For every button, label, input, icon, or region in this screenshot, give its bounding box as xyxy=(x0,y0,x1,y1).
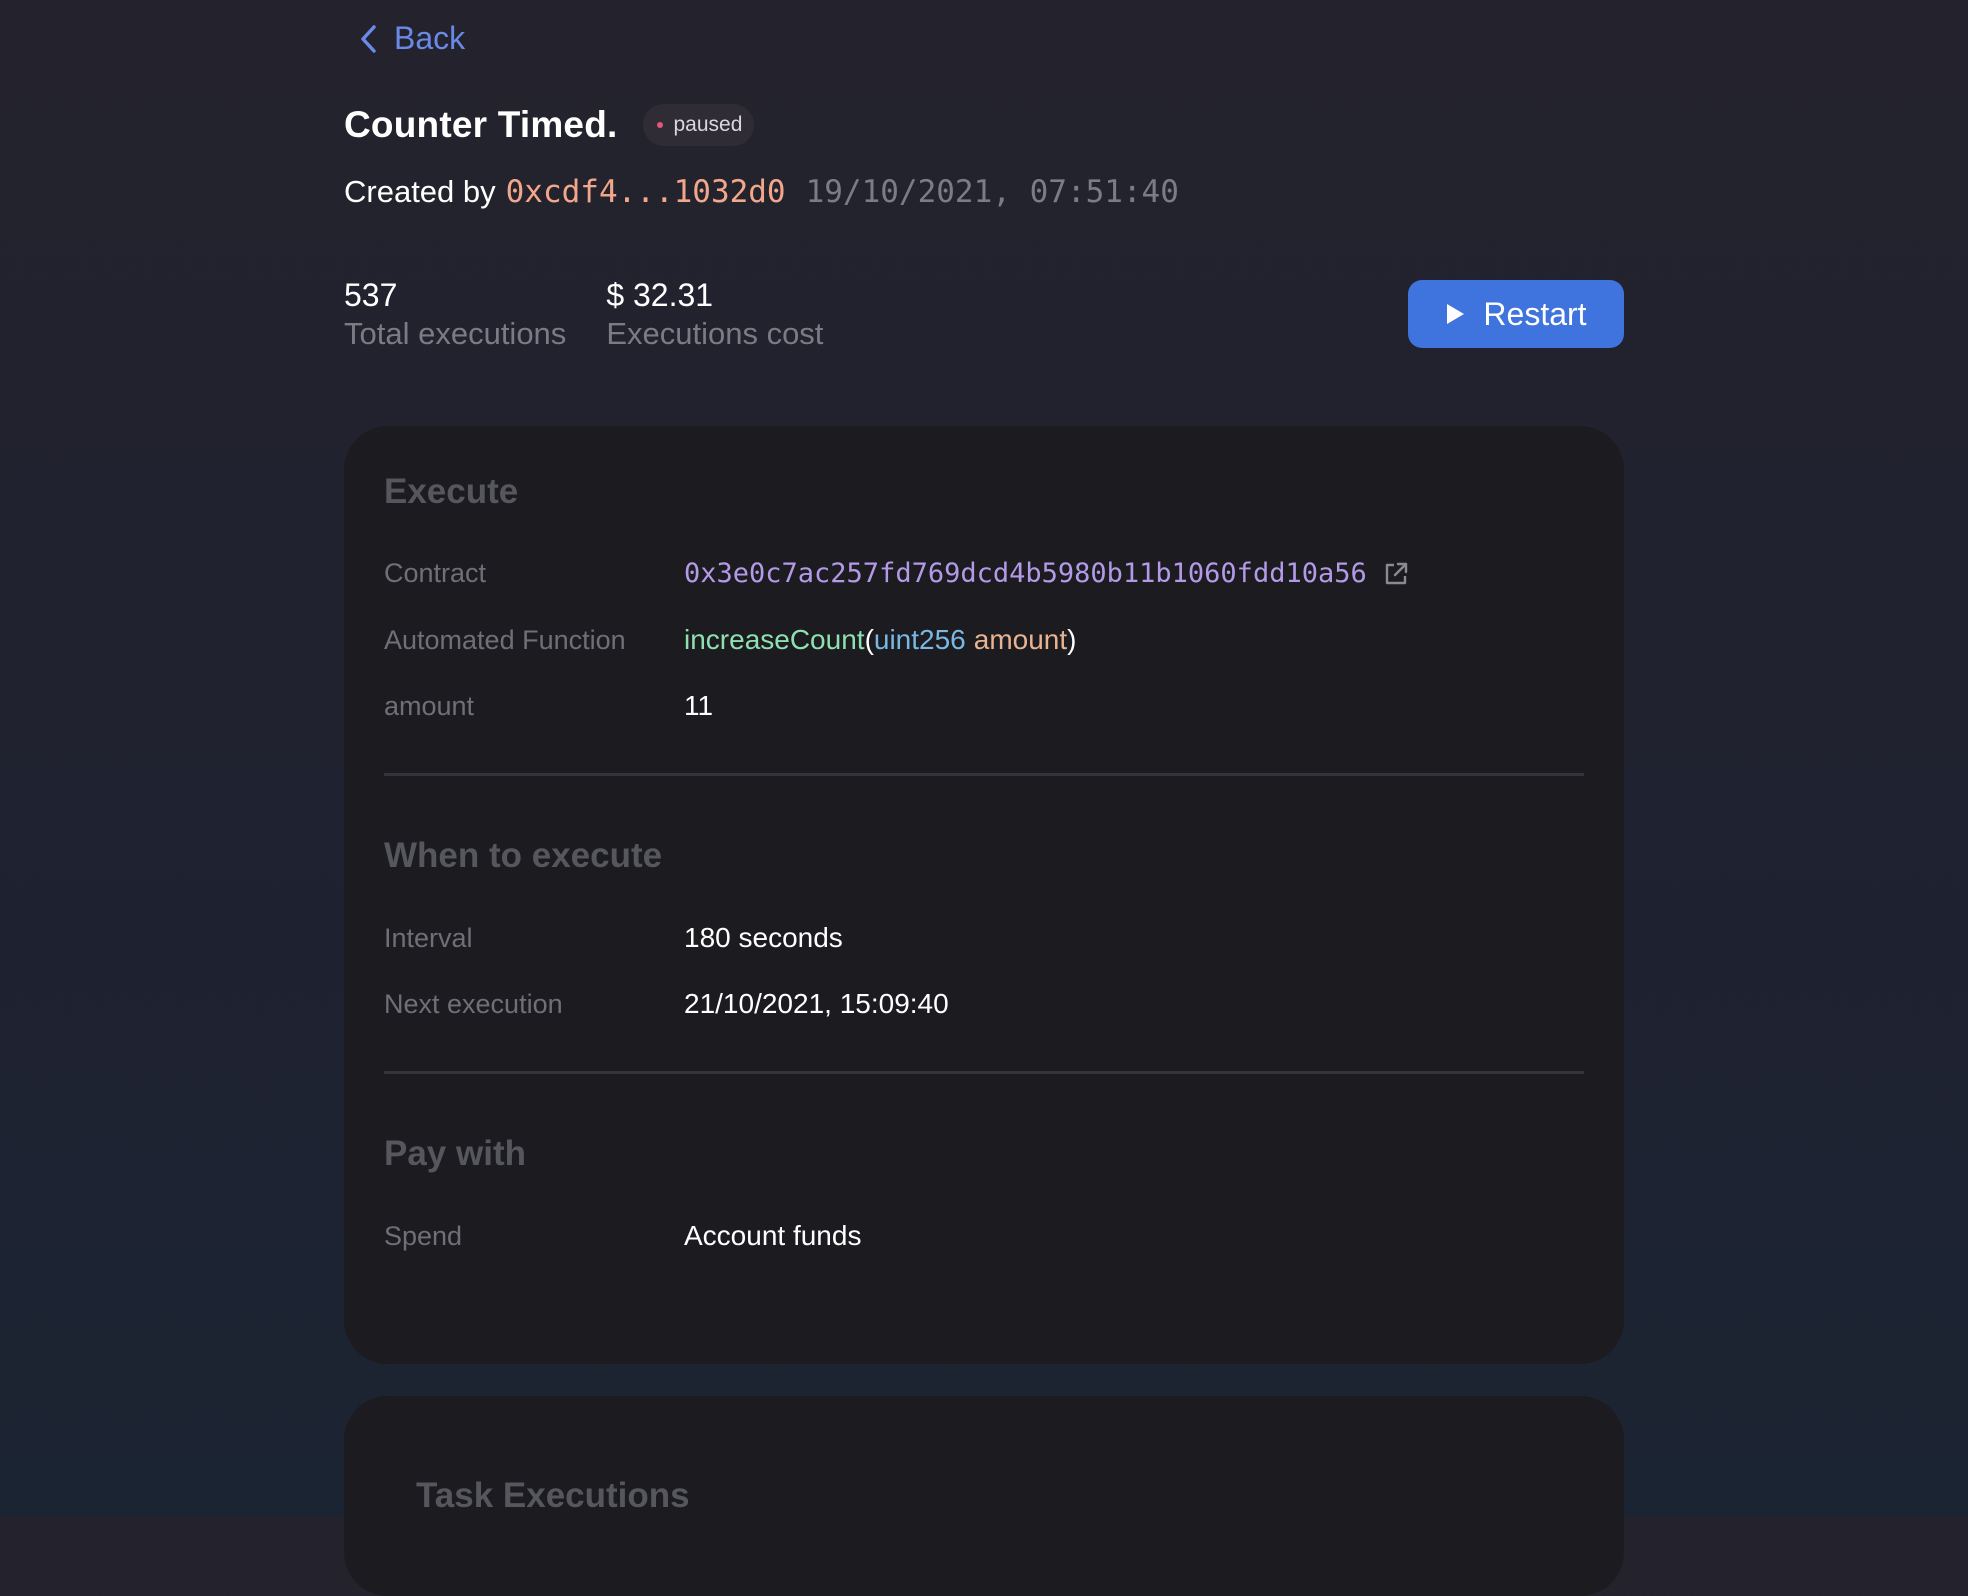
interval-value: 180 seconds xyxy=(684,922,843,953)
stats-row: 537 Total executions $ 32.31 Executions … xyxy=(344,276,863,354)
total-executions-value: 537 xyxy=(344,277,398,313)
back-label: Back xyxy=(394,20,466,56)
function-row: Automated Function increaseCount(uint256… xyxy=(384,624,1584,690)
function-close-paren: ) xyxy=(1067,624,1077,655)
title-row: Counter Timed. paused xyxy=(344,104,755,146)
external-link-icon[interactable] xyxy=(1383,561,1409,587)
status-badge: paused xyxy=(643,104,755,146)
contract-row: Contract 0x3e0c7ac257fd769dcd4b5980b11b1… xyxy=(384,558,1584,624)
created-by-label: Created by xyxy=(344,174,496,209)
task-executions-card: Task Executions xyxy=(344,1396,1624,1596)
back-link[interactable]: Back xyxy=(356,20,465,57)
interval-row: Interval 180 seconds xyxy=(384,922,1584,988)
executions-cost-value: $ 32.31 xyxy=(606,277,714,313)
status-dot-icon xyxy=(657,122,664,128)
next-execution-row: Next execution 21/10/2021, 15:09:40 xyxy=(384,988,1584,1054)
status-label: paused xyxy=(673,113,743,136)
total-executions-label: Total executions xyxy=(344,316,567,351)
execute-title: Execute xyxy=(384,472,519,511)
when-section: When to execute Interval 180 seconds Nex… xyxy=(384,836,1584,1054)
created-date: 19/10/2021, 07:51:40 xyxy=(805,174,1179,210)
section-divider xyxy=(384,773,1584,776)
contract-address-link[interactable]: 0x3e0c7ac257fd769dcd4b5980b11b1060fdd10a… xyxy=(684,558,1367,589)
restart-button[interactable]: Restart xyxy=(1408,280,1624,348)
amount-row: amount 11 xyxy=(384,690,1584,756)
task-details-card: Execute Contract 0x3e0c7ac257fd769dcd4b5… xyxy=(344,426,1624,1364)
next-execution-value: 21/10/2021, 15:09:40 xyxy=(684,988,949,1019)
chevron-left-icon xyxy=(361,24,376,53)
restart-label: Restart xyxy=(1483,295,1587,332)
created-by: Created by 0xcdf4...1032d0 19/10/2021, 0… xyxy=(344,174,1179,210)
stat-total-executions: 537 Total executions xyxy=(344,276,566,354)
executions-cost-label: Executions cost xyxy=(606,316,824,351)
spend-value: Account funds xyxy=(684,1220,862,1251)
function-name: increaseCount xyxy=(684,624,865,655)
when-title: When to execute xyxy=(384,836,663,875)
page-title: Counter Timed. xyxy=(344,104,618,145)
task-executions-title: Task Executions xyxy=(416,1476,690,1515)
pay-title: Pay with xyxy=(384,1134,526,1173)
pay-section: Pay with Spend Account funds xyxy=(384,1134,1584,1286)
execute-section: Execute Contract 0x3e0c7ac257fd769dcd4b5… xyxy=(384,472,1584,756)
creator-address-link[interactable]: 0xcdf4...1032d0 xyxy=(506,174,786,210)
function-arg-name: amount xyxy=(973,624,1068,655)
contract-label: Contract xyxy=(384,558,487,588)
section-divider xyxy=(384,1071,1584,1074)
stat-executions-cost: $ 32.31 Executions cost xyxy=(606,276,823,354)
interval-label: Interval xyxy=(384,923,473,953)
function-label: Automated Function xyxy=(384,625,626,655)
amount-value: 11 xyxy=(684,690,714,721)
play-icon xyxy=(1447,304,1465,324)
next-execution-label: Next execution xyxy=(384,989,563,1019)
function-open-paren: ( xyxy=(864,624,874,655)
spend-row: Spend Account funds xyxy=(384,1220,1584,1286)
contract-value-wrap: 0x3e0c7ac257fd769dcd4b5980b11b1060fdd10a… xyxy=(684,558,1409,589)
spend-label: Spend xyxy=(384,1221,463,1251)
function-signature: increaseCount(uint256 amount) xyxy=(684,624,1077,656)
function-arg-type: uint256 xyxy=(873,624,966,655)
amount-label: amount xyxy=(384,691,475,721)
